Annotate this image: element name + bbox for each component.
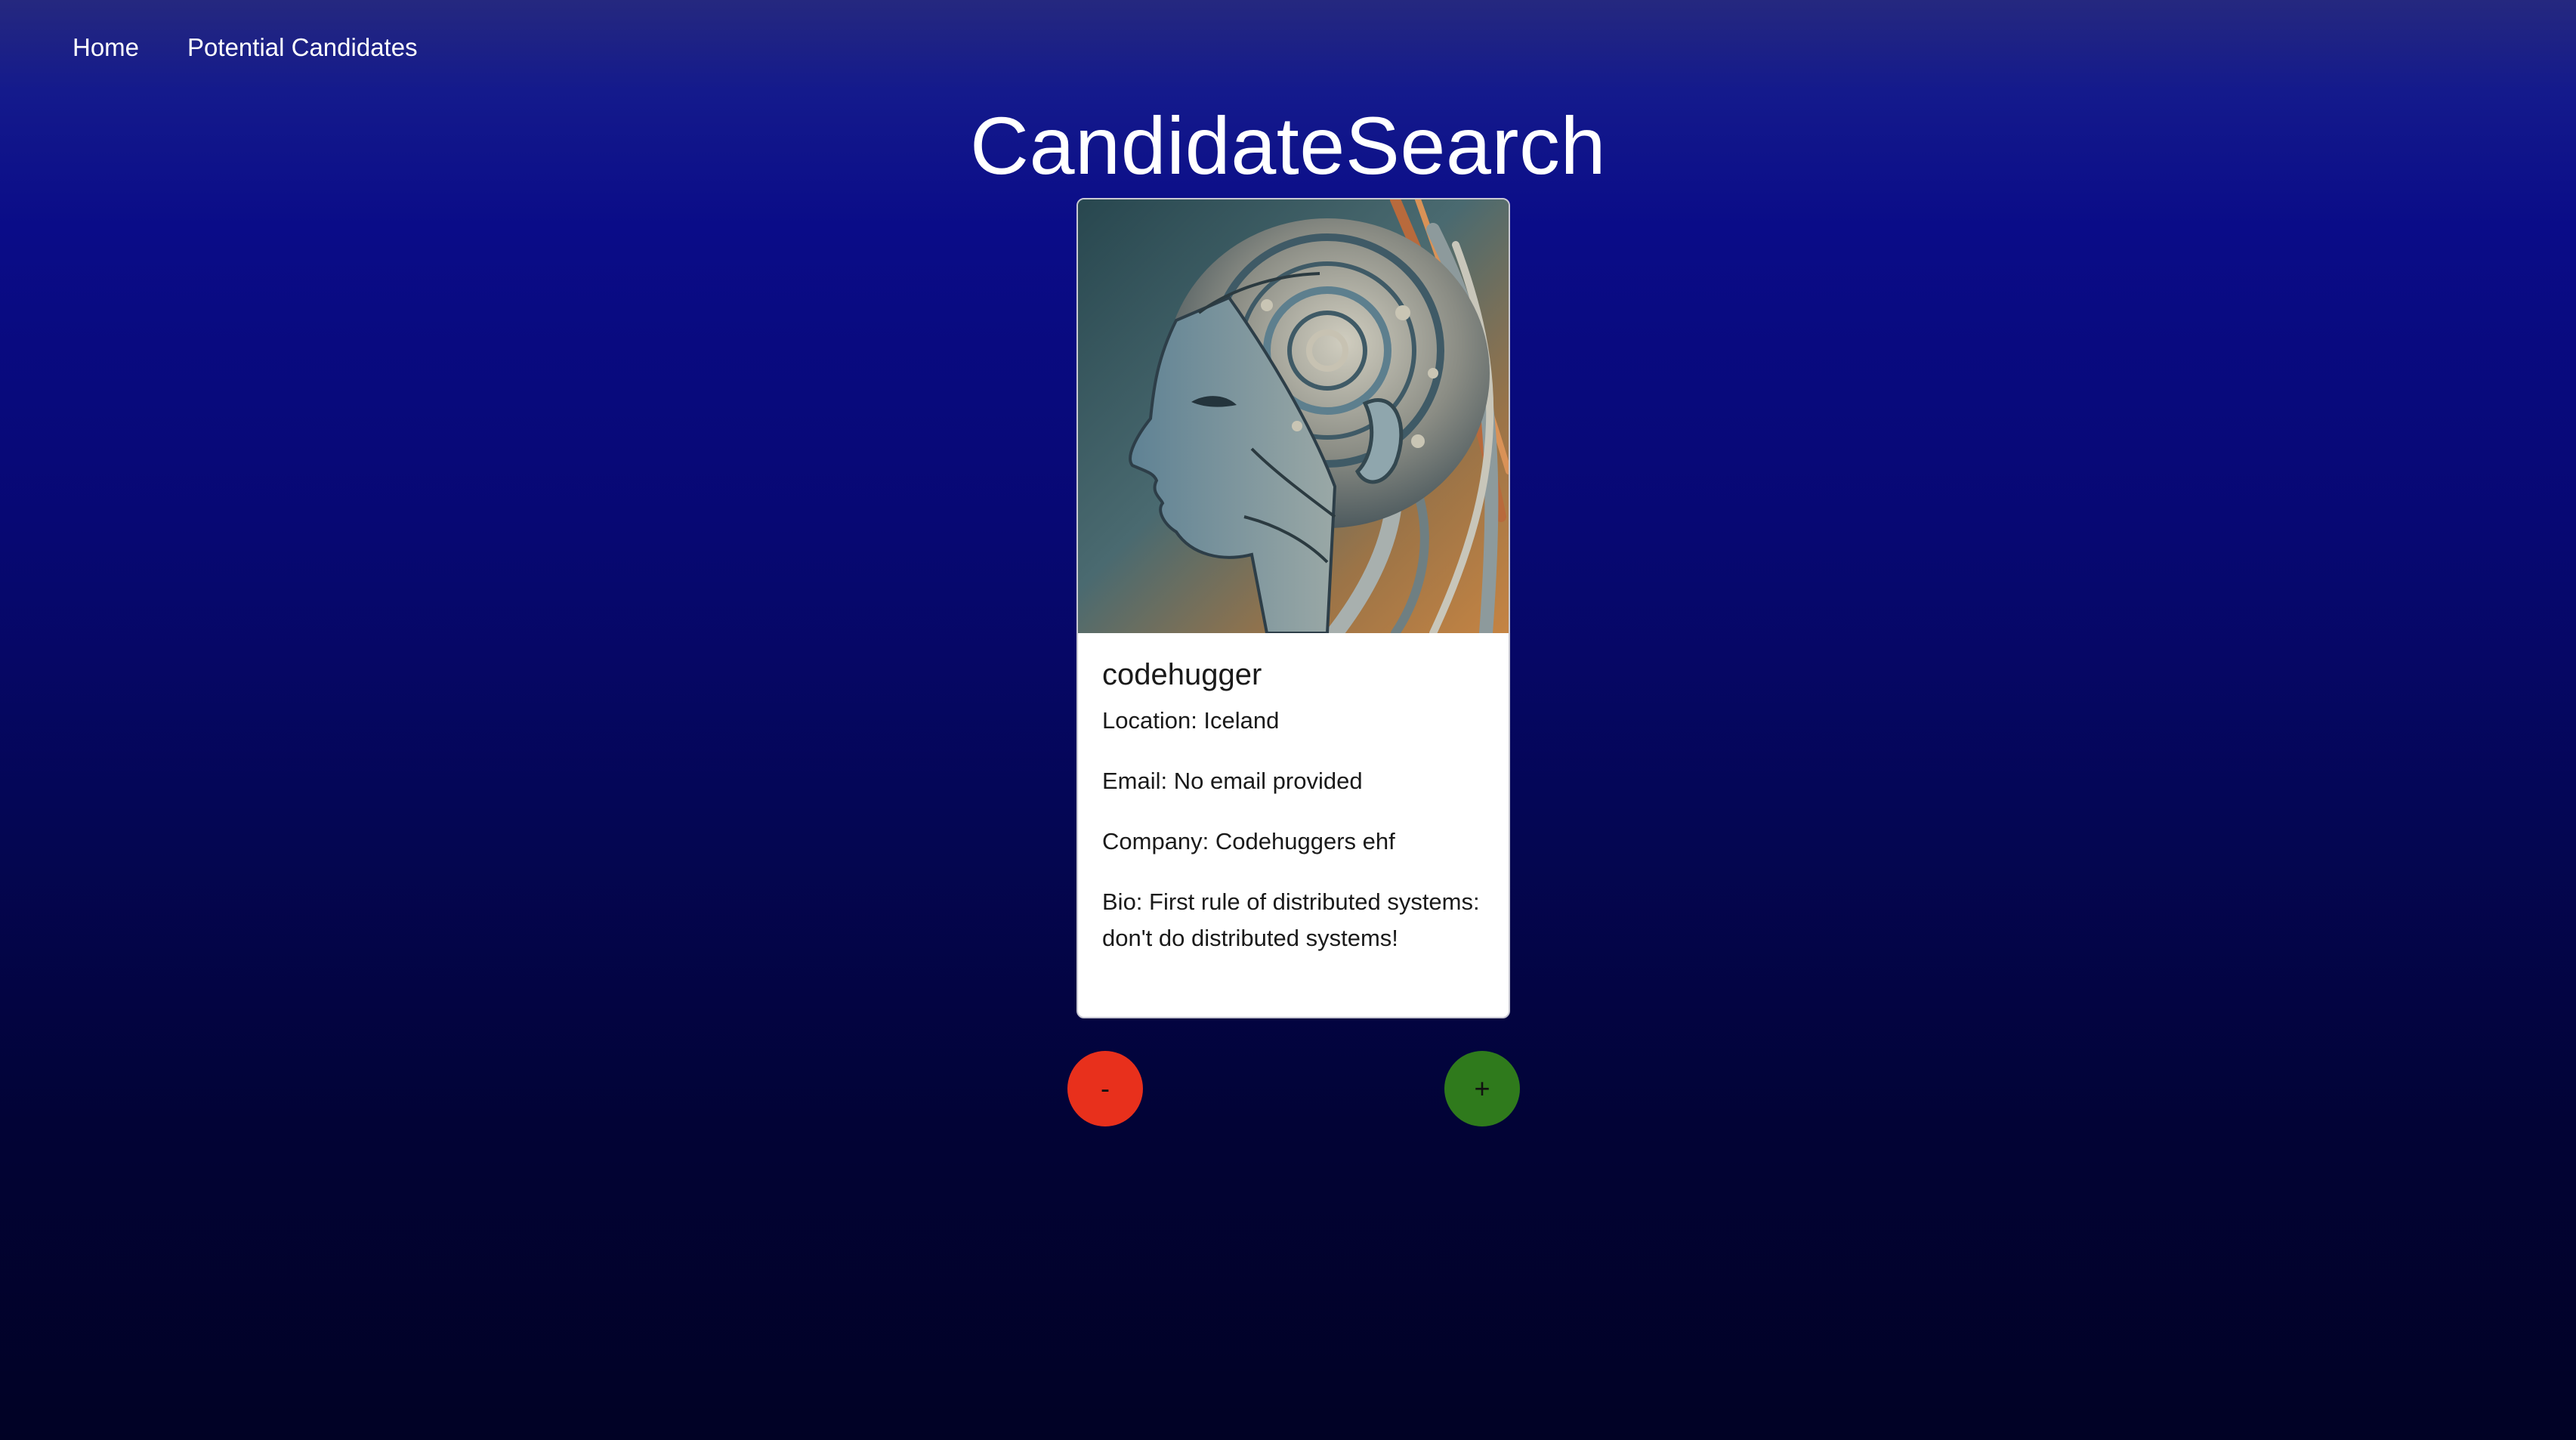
candidate-info: codehugger Location: Iceland Email: No e…: [1102, 653, 1487, 956]
nav-link-home[interactable]: Home: [73, 27, 139, 68]
candidate-email: Email: No email provided: [1102, 768, 1363, 794]
save-candidate-button[interactable]: +: [1444, 1051, 1520, 1126]
candidate-location: Location: Iceland: [1102, 707, 1280, 734]
candidate-name: codehugger: [1102, 658, 1262, 691]
robot-head-portrait-icon: [1078, 199, 1509, 633]
candidate-company: Company: Codehuggers ehf: [1102, 828, 1395, 854]
top-nav: Home Potential Candidates: [73, 27, 418, 68]
candidate-avatar: [1078, 199, 1509, 633]
page-title: CandidateSearch: [969, 100, 1607, 191]
nav-link-potential-candidates[interactable]: Potential Candidates: [187, 27, 418, 68]
reject-candidate-button[interactable]: -: [1067, 1051, 1143, 1126]
candidate-card: codehugger Location: Iceland Email: No e…: [1076, 198, 1510, 1018]
candidate-bio: Bio: First rule of distributed systems: …: [1102, 888, 1480, 951]
